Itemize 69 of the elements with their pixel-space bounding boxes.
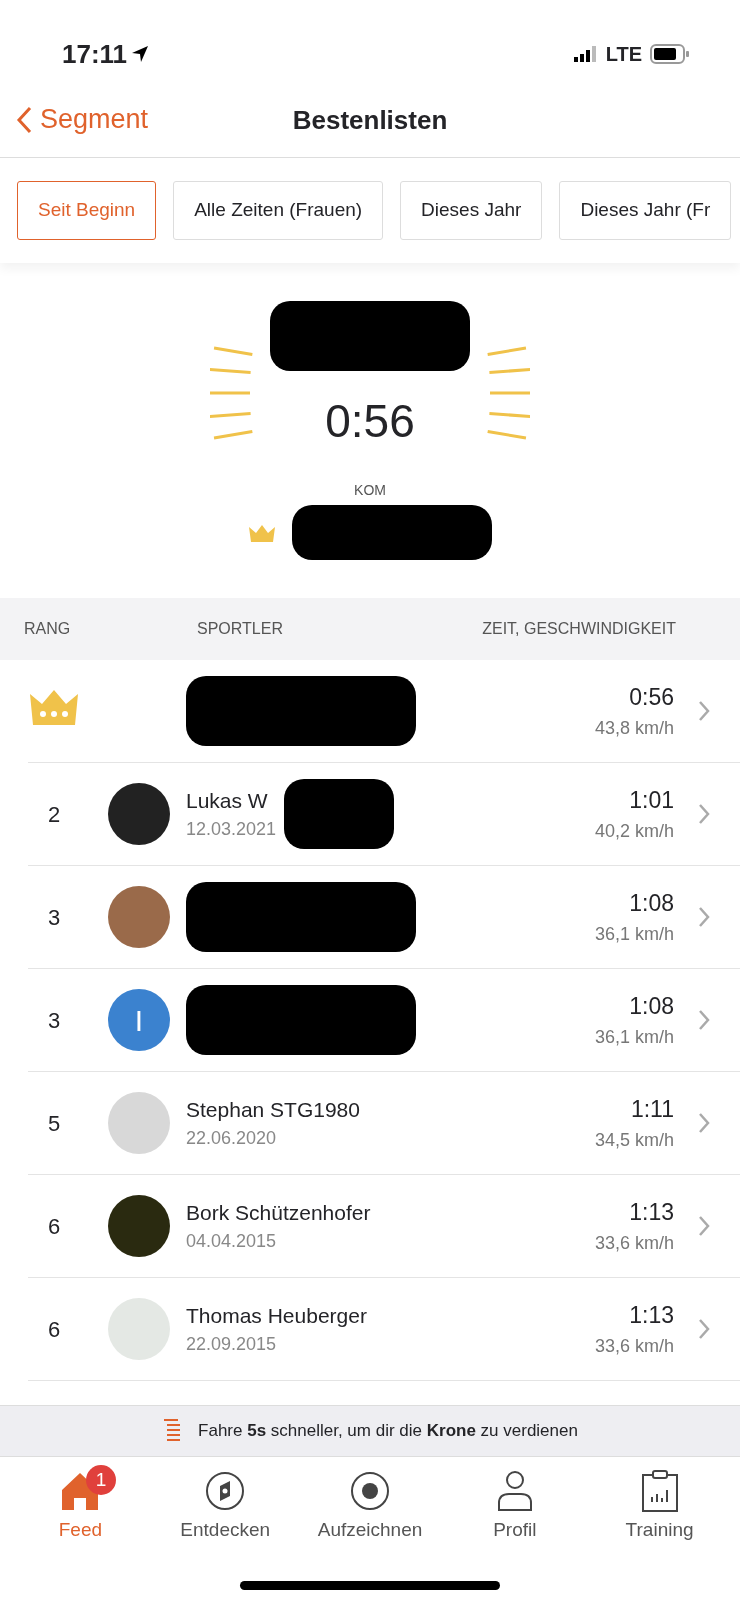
chevron-right-icon	[698, 1112, 710, 1134]
rank-number: 5	[48, 1110, 61, 1136]
rank-number: 2	[48, 801, 61, 827]
record-icon	[350, 1469, 390, 1512]
chevron-right-icon	[698, 1215, 710, 1237]
column-header: RANG	[23, 619, 72, 639]
activity-date: 22.09.2015	[186, 1333, 278, 1357]
notification-badge: 1	[86, 1464, 116, 1495]
avatar-initial: I	[108, 989, 170, 1051]
leaderboard-row[interactable]: 5 Stephan STG1980 22.06.2020 1:11 34,5 km/h	[28, 1072, 740, 1175]
chevron-right-icon	[698, 1009, 710, 1031]
athlete-name: Bork Schützenhofer	[186, 1199, 371, 1226]
chevron-right-icon	[698, 906, 710, 928]
segment-time: 1:13	[629, 1198, 674, 1228]
compass-icon	[205, 1469, 246, 1512]
segment-time: 0:56	[629, 683, 674, 713]
signal-icon	[573, 46, 598, 62]
segment-time: 1:08	[629, 992, 674, 1022]
athlete-name: Thomas Heuberger	[186, 1302, 367, 1329]
segment-time: 1:01	[629, 786, 674, 816]
activity-date: 22.06.2020	[186, 1127, 278, 1151]
speed-value: 40,2 km/h	[594, 819, 674, 843]
leaderboard-row[interactable]: 6 Thomas Heuberger 22.09.2015 1:13 33,6 km/h	[28, 1278, 740, 1381]
filter-tab[interactable]: Seit Beginn	[17, 181, 157, 240]
chevron-right-icon	[698, 803, 710, 825]
tab-bar-item[interactable]: Entdecken	[152, 1468, 298, 1546]
chevron-right-icon	[698, 1318, 710, 1340]
back-button[interactable]: Segment	[0, 98, 155, 141]
rank-number: 3	[48, 904, 61, 930]
column-header: SPORTLER	[197, 619, 283, 639]
tab-bar-item[interactable]: Training	[587, 1468, 732, 1546]
leaderboard-row[interactable]: 6 Bork Schützenhofer 04.04.2015 1:13 33,6 km/h	[28, 1175, 740, 1278]
kom-label: KOM	[354, 481, 386, 500]
filter-tab[interactable]: Alle Zeiten (Frauen)	[173, 181, 384, 240]
leaderboard-row[interactable]: 0:56 43,8 km/h	[28, 660, 740, 763]
speed-value: 33,6 km/h	[594, 1334, 674, 1358]
segment-time: 1:13	[629, 1301, 674, 1331]
activity-date: 04.04.2015	[186, 1230, 278, 1254]
filter-tab[interactable]: Dieses Jahr	[400, 181, 543, 240]
back-chevron-icon	[16, 105, 32, 134]
speed-value: 36,1 km/h	[594, 1025, 674, 1049]
banner-message: Fahre 5s schneller, um dir die Krone zu verdienen	[198, 1420, 578, 1443]
kom-time: 0:56	[325, 394, 415, 449]
tab-bar-item[interactable]: Profil	[442, 1468, 588, 1546]
speed-value: 34,5 km/h	[594, 1128, 674, 1152]
status-time: 17:11	[62, 37, 128, 71]
network-label: LTE	[605, 42, 642, 67]
athlete-name: Stephan STG1980	[186, 1096, 360, 1123]
screen-title: Bestenlisten	[292, 103, 448, 136]
location-arrow-icon	[131, 45, 150, 63]
activity-date: 12.03.2021	[186, 818, 277, 842]
battery-icon	[650, 44, 690, 64]
leaderboard-row[interactable]: 2 Lukas W 12.03.2021 1:01 40,2 km/h	[28, 763, 740, 866]
speed-value: 43,8 km/h	[594, 716, 674, 740]
leaderboard-row[interactable]: 3 1:08 36,1 km/h	[28, 866, 740, 969]
column-header: ZEIT, GESCHWINDIGKEIT	[482, 619, 677, 639]
rank-number: 6	[48, 1213, 61, 1239]
tab-bar-item[interactable]: Aufzeichnen	[297, 1468, 443, 1546]
segment-time: 1:11	[630, 1095, 674, 1125]
clipboard-icon	[639, 1469, 680, 1512]
segment-time: 1:08	[629, 889, 674, 919]
rank-number: 3	[48, 1007, 61, 1033]
speed-value: 36,1 km/h	[594, 922, 674, 946]
rank-number: 6	[48, 1316, 61, 1342]
athlete-name: Lukas W	[186, 787, 269, 814]
leaderboard-row[interactable]: 3 I 1:08 36,1 km/h	[28, 969, 740, 1072]
speed-value: 33,6 km/h	[594, 1231, 674, 1255]
filter-tab[interactable]: Dieses Jahr (Fr	[559, 181, 732, 240]
chevron-right-icon	[698, 700, 710, 722]
